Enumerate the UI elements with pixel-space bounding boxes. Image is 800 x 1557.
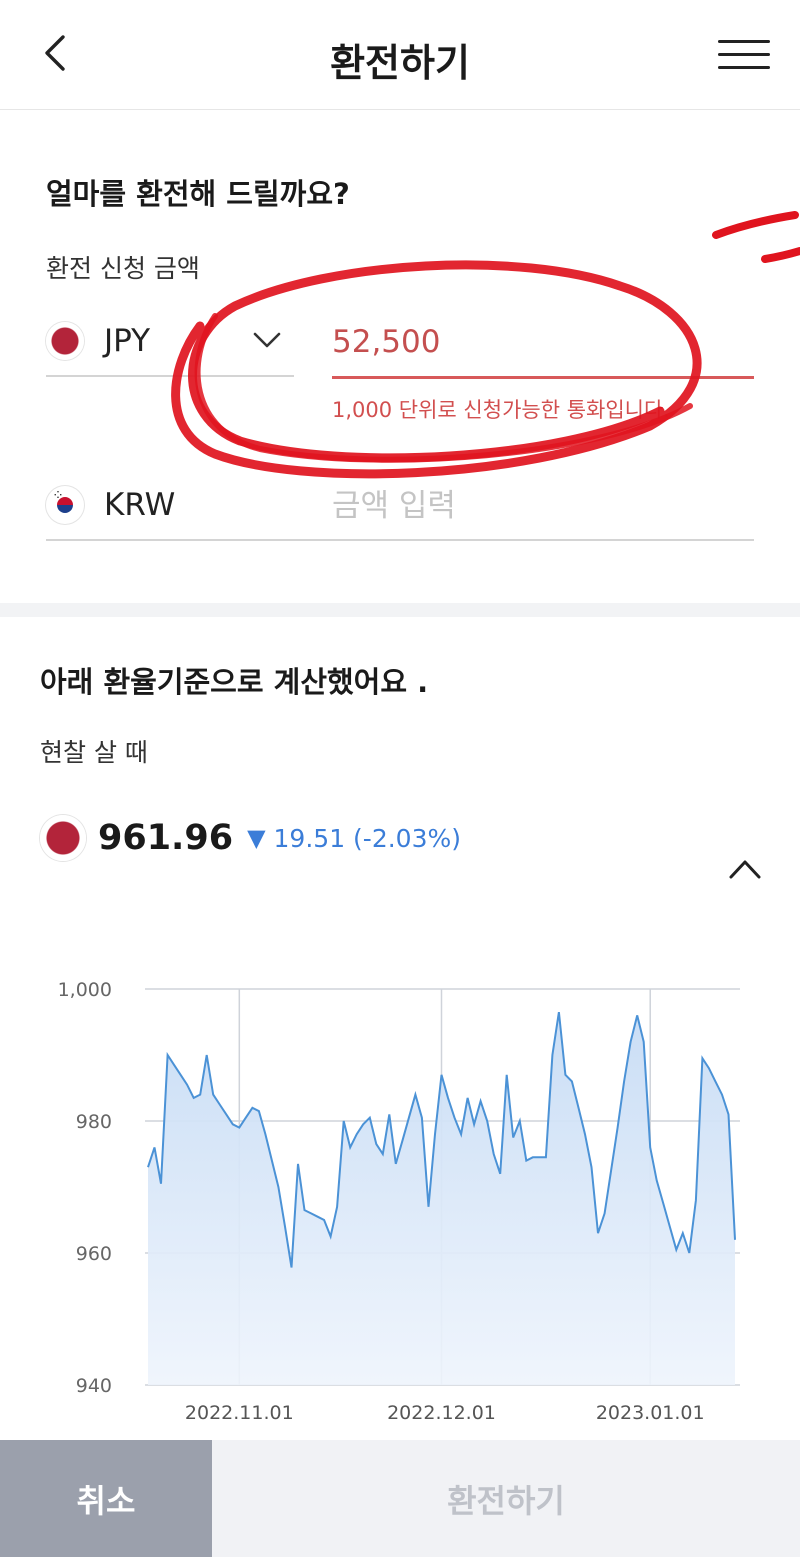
hamburger-menu-icon (718, 39, 770, 43)
amount-label: 환전 신청 금액 (46, 254, 200, 283)
page-title: 환전하기 (330, 41, 470, 85)
chart-y-tick-label: 960 (76, 1243, 112, 1265)
from-currency-code: JPY (104, 323, 151, 359)
amount-error-message: 1,000 단위로 신청가능한 통화입니다. (332, 398, 670, 422)
menu-button[interactable] (718, 30, 770, 78)
chart-x-tick-label: 2022.12.01 (387, 1402, 496, 1424)
to-amount-input[interactable] (332, 471, 754, 541)
rate-section-title: 아래 환율기준으로 계산했어요 . (40, 665, 429, 699)
down-triangle-icon: ▼ (247, 824, 266, 852)
chevron-down-icon (253, 332, 281, 348)
rate-summary: 961.96 ▼ 19.51 (-2.03%) (40, 815, 461, 861)
from-amount-input[interactable] (332, 307, 754, 379)
rate-section: 아래 환율기준으로 계산했어요 . 현찰 살 때 961.96 ▼ 19.51 … (0, 617, 800, 1440)
chevron-up-icon[interactable] (728, 857, 762, 881)
section-divider (0, 603, 800, 617)
rate-change: 19.51 (-2.03%) (273, 823, 461, 853)
form-question: 얼마를 환전해 드릴까요? (46, 177, 350, 211)
chart-y-tick-label: 940 (76, 1375, 112, 1397)
rate-chart: 1,000 980 960 940 2022.11.01 2022.12.01 2023.0… (58, 979, 740, 1424)
from-currency-select[interactable]: JPY (46, 307, 294, 377)
rate-type-label: 현찰 살 때 (40, 738, 148, 767)
app-header: 환전하기 (0, 0, 800, 110)
japan-flag-icon (46, 322, 84, 360)
chart-y-tick-label: 980 (76, 1111, 112, 1133)
chart-x-tick-label: 2022.11.01 (185, 1402, 294, 1424)
korea-flag-icon (46, 486, 84, 524)
exchange-form: 얼마를 환전해 드릴까요? 환전 신청 금액 JPY 1,000 단위로 신청가… (0, 111, 800, 603)
cancel-button[interactable]: 취소 (0, 1440, 212, 1557)
to-currency-code: KRW (104, 487, 176, 523)
japan-flag-icon (40, 815, 86, 861)
exchange-submit-button[interactable]: 환전하기 (212, 1440, 800, 1557)
chart-y-tick-label: 1,000 (58, 979, 112, 1001)
chart-x-tick-label: 2023.01.01 (596, 1402, 705, 1424)
rate-value: 961.96 (98, 818, 234, 858)
